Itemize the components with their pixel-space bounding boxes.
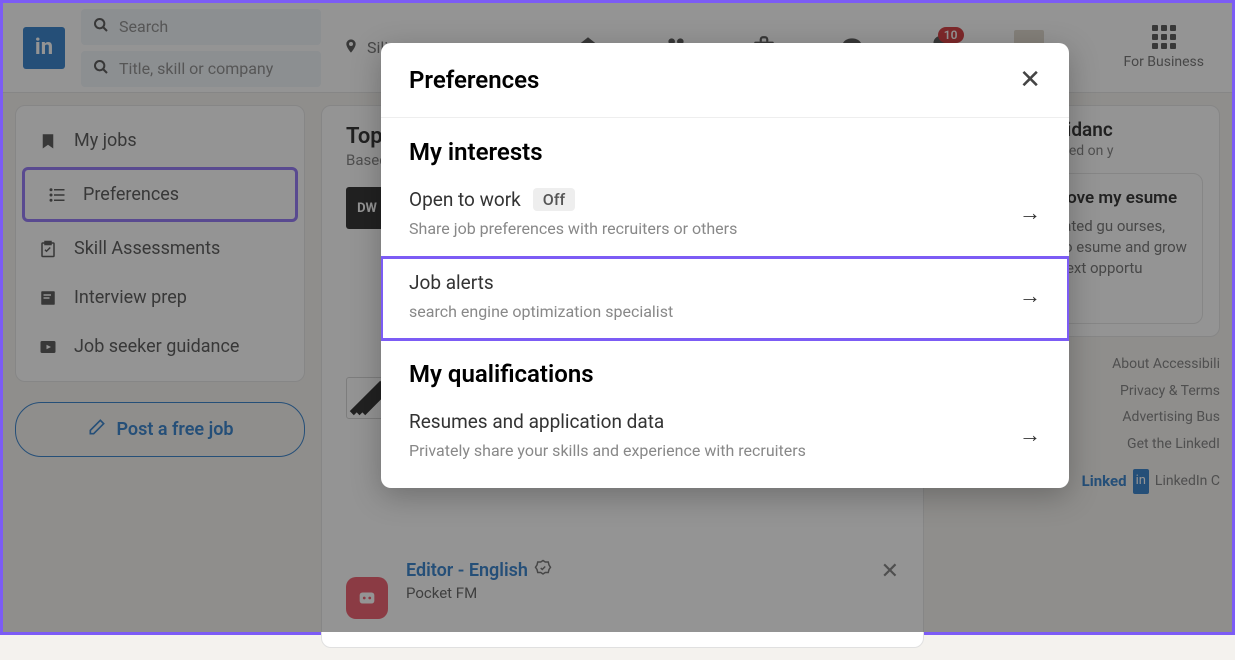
row-subtitle: Privately share your skills and experien…	[409, 441, 1005, 460]
row-subtitle: search engine optimization specialist	[409, 302, 1005, 321]
preferences-row-open-to-work[interactable]: Open to work Off Share job preferences w…	[381, 174, 1069, 257]
arrow-right-icon: →	[1019, 422, 1041, 448]
close-modal-button[interactable]: ✕	[1019, 65, 1041, 95]
modal-header: Preferences ✕	[381, 43, 1069, 118]
modal-section-my-interests: My interests	[381, 118, 1069, 174]
modal-title: Preferences	[409, 66, 539, 94]
open-to-work-status-badge: Off	[533, 188, 575, 211]
row-title-text: Resumes and application data	[409, 410, 664, 433]
arrow-right-icon: →	[1019, 200, 1041, 226]
row-subtitle: Share job preferences with recruiters or…	[409, 219, 1005, 238]
row-title-text: Open to work	[409, 188, 521, 211]
arrow-right-icon: →	[1019, 283, 1041, 309]
preferences-row-resumes[interactable]: Resumes and application data Privately s…	[381, 396, 1069, 488]
preferences-modal: Preferences ✕ My interests Open to work …	[381, 43, 1069, 488]
row-title-text: Job alerts	[409, 271, 494, 294]
modal-section-my-qualifications: My qualifications	[381, 340, 1069, 396]
preferences-row-job-alerts[interactable]: Job alerts search engine optimization sp…	[381, 257, 1069, 340]
